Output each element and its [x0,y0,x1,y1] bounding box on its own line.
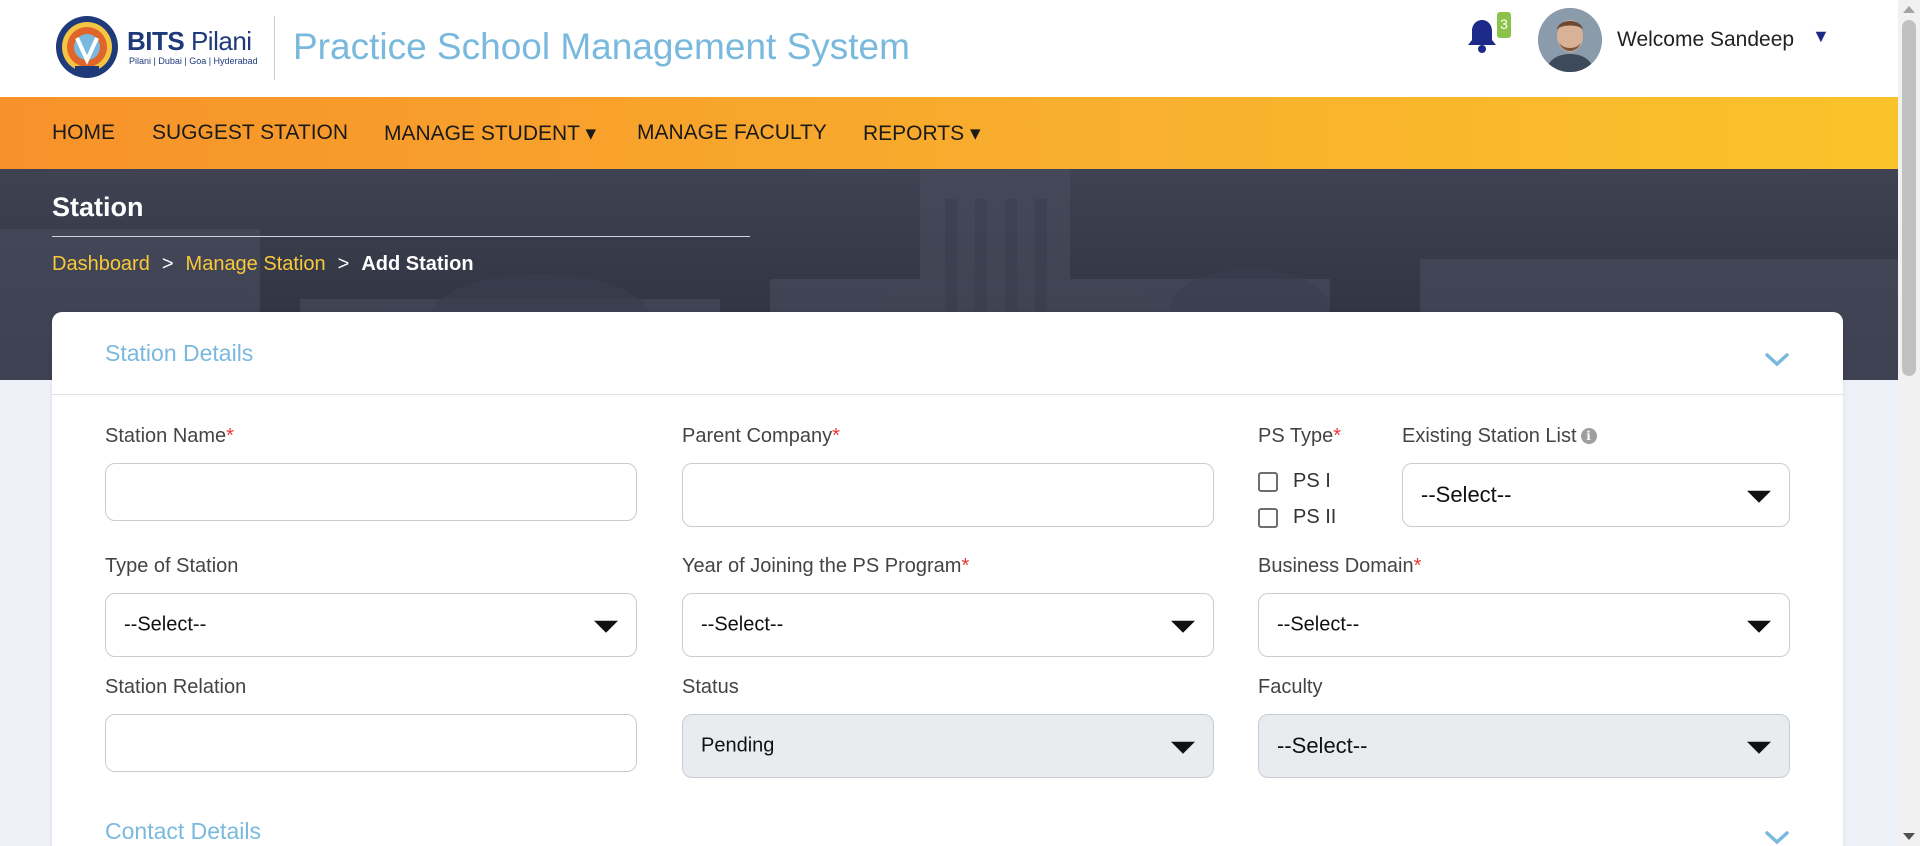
type-of-station-select[interactable]: --Select-- [105,593,637,657]
business-domain-label: Business Domain* [1258,555,1422,577]
dropdown-arrow-icon [1747,490,1771,503]
section-station-details[interactable]: Station Details [105,340,253,367]
business-domain-value: --Select-- [1277,613,1360,636]
main-navbar: HOME SUGGEST STATION MANAGE STUDENT ▾ MA… [0,97,1898,169]
existing-station-value: --Select-- [1421,482,1512,507]
user-avatar[interactable] [1538,8,1602,72]
section-divider [52,394,1843,395]
user-photo-icon [1538,8,1602,72]
user-menu-caret-icon[interactable]: ▼ [1812,26,1830,47]
station-name-label: Station Name* [105,425,234,447]
nav-home[interactable]: HOME [52,121,115,145]
faculty-label: Faculty [1258,676,1323,698]
page-title: Station [52,192,144,222]
type-of-station-label: Type of Station [105,555,239,577]
year-joining-value: --Select-- [701,613,784,636]
ps1-checkbox[interactable] [1258,471,1278,492]
logo-divider [274,16,275,80]
scroll-up-arrow-icon[interactable] [1903,6,1915,13]
nav-manage-faculty[interactable]: MANAGE FACULTY [637,121,827,145]
scroll-thumb[interactable] [1902,20,1916,376]
breadcrumb-current: Add Station [361,253,474,275]
type-of-station-value: --Select-- [124,613,207,636]
status-label: Status [682,676,739,698]
app-title: Practice School Management System [293,26,910,67]
year-joining-select[interactable]: --Select-- [682,593,1214,657]
title-underline [52,236,750,237]
logo-wordmark: BITS Pilani [127,26,252,56]
section-contact-details[interactable]: Contact Details [105,818,261,845]
notification-count-badge: 3 [1497,12,1511,38]
breadcrumb-separator: > [337,253,350,275]
ps2-checkbox[interactable] [1258,507,1278,528]
ps2-checkbox-row[interactable]: PS II [1258,506,1336,529]
status-value: Pending [701,734,775,757]
existing-station-select[interactable]: --Select-- [1402,463,1790,527]
breadcrumb-dashboard[interactable]: Dashboard [52,253,150,275]
nav-manage-student[interactable]: MANAGE STUDENT ▾ [384,121,596,146]
parent-company-label: Parent Company* [682,425,840,447]
top-header: BITS Pilani Pilani | Dubai | Goa | Hyder… [0,0,1898,97]
business-domain-select[interactable]: --Select-- [1258,593,1790,657]
notification-bell-icon[interactable] [1466,18,1498,54]
status-select[interactable]: Pending [682,714,1214,778]
dropdown-arrow-icon [1171,620,1195,633]
logo-campuses: Pilani | Dubai | Goa | Hyderabad [129,56,258,66]
ps1-label: PS I [1293,470,1331,492]
page-scrollbar[interactable] [1898,0,1920,846]
welcome-text[interactable]: Welcome Sandeep [1617,28,1794,52]
faculty-value: --Select-- [1277,733,1368,758]
bits-pilani-logo[interactable]: BITS Pilani Pilani | Dubai | Goa | Hyder… [55,14,258,84]
ps-type-label: PS Type* [1258,425,1342,447]
nav-reports[interactable]: REPORTS ▾ [863,121,981,146]
scroll-down-arrow-icon[interactable] [1903,833,1915,840]
bits-emblem-icon [56,16,118,78]
breadcrumb-manage-station[interactable]: Manage Station [186,253,326,275]
year-joining-label: Year of Joining the PS Program* [682,555,970,577]
dropdown-arrow-icon [1747,620,1771,633]
ps1-checkbox-row[interactable]: PS I [1258,470,1331,493]
dropdown-arrow-icon [1171,741,1195,754]
dropdown-arrow-icon [594,620,618,633]
breadcrumb: Dashboard > Manage Station > Add Station [52,253,474,276]
existing-station-label: Existing Station List i [1402,425,1597,448]
chevron-down-icon[interactable] [1764,830,1790,846]
info-icon[interactable]: i [1580,428,1597,444]
chevron-down-icon[interactable] [1764,352,1790,368]
station-relation-input[interactable] [105,714,637,772]
ps2-label: PS II [1293,506,1337,528]
breadcrumb-separator: > [161,253,174,275]
nav-suggest-station[interactable]: SUGGEST STATION [152,121,348,145]
faculty-select[interactable]: --Select-- [1258,714,1790,778]
parent-company-input[interactable] [682,463,1214,527]
station-name-input[interactable] [105,463,637,521]
dropdown-arrow-icon [1747,741,1771,754]
station-relation-label: Station Relation [105,676,247,698]
